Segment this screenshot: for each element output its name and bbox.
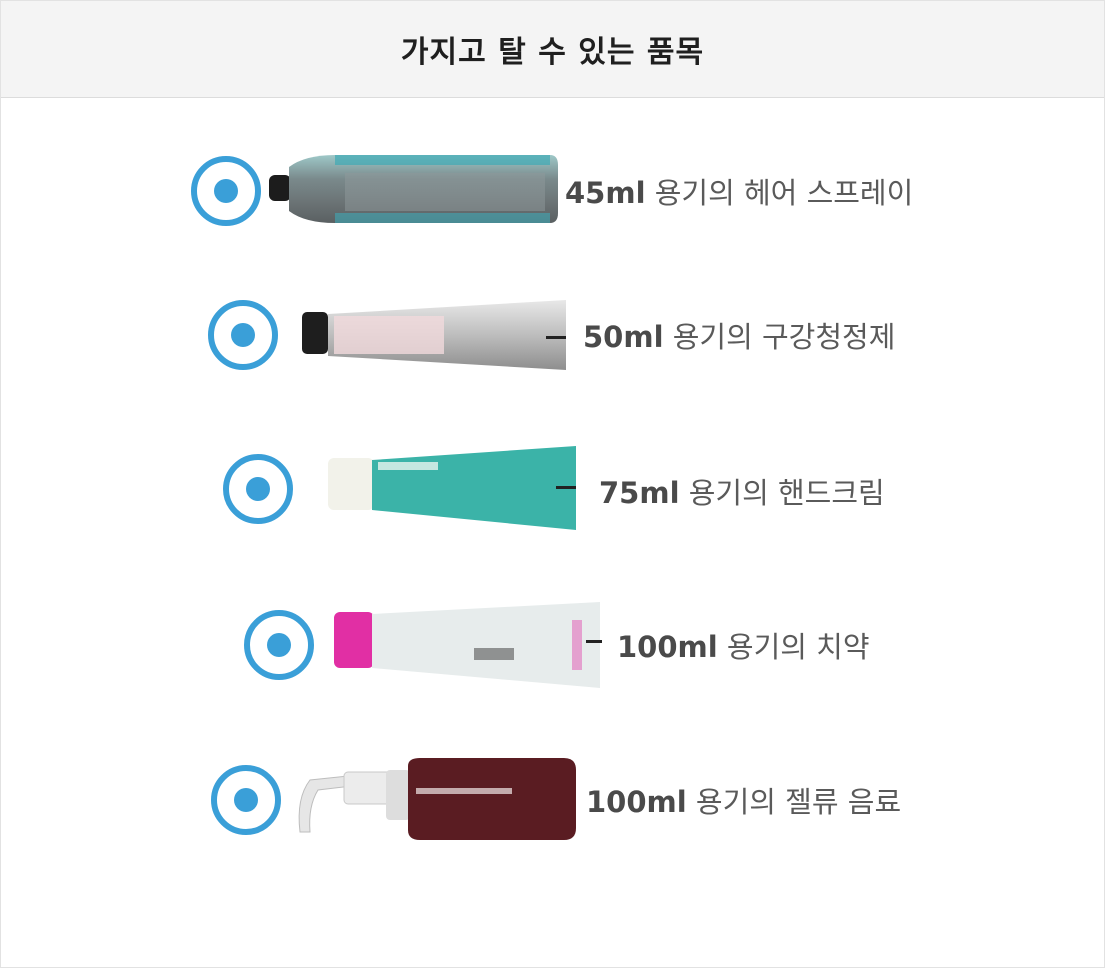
toothpaste-tube-icon bbox=[334, 602, 602, 688]
item-3-label[interactable]: 75ml 용기의 핸드크림 bbox=[599, 470, 885, 512]
item-4-volume: 100ml bbox=[617, 630, 718, 664]
radio-selected-dot bbox=[214, 179, 238, 203]
page-header: 가지고 탈 수 있는 품목 bbox=[1, 1, 1104, 98]
page-title: 가지고 탈 수 있는 품목 bbox=[400, 35, 705, 70]
item-2-volume: 50ml bbox=[583, 320, 664, 354]
item-4-text: 용기의 치약 bbox=[717, 630, 870, 664]
item-1-volume: 45ml bbox=[565, 176, 646, 210]
item-5-volume: 100ml bbox=[586, 785, 687, 819]
item-1-text: 용기의 헤어 스프레이 bbox=[645, 176, 914, 210]
item-3-volume: 75ml bbox=[599, 476, 680, 510]
item-4-label[interactable]: 100ml 용기의 치약 bbox=[617, 624, 870, 666]
item-4-radio[interactable] bbox=[244, 610, 314, 680]
item-5-text: 용기의 젤류 음료 bbox=[686, 785, 902, 819]
item-1-label[interactable]: 45ml 용기의 헤어 스프레이 bbox=[565, 170, 913, 212]
item-5-label[interactable]: 100ml 용기의 젤류 음료 bbox=[586, 779, 901, 821]
gel-drink-pump-bottle-icon bbox=[298, 758, 576, 840]
radio-selected-dot bbox=[246, 477, 270, 501]
radio-selected-dot bbox=[267, 633, 291, 657]
item-5-radio[interactable] bbox=[211, 765, 281, 835]
item-3-radio[interactable] bbox=[223, 454, 293, 524]
item-1-radio[interactable] bbox=[191, 156, 261, 226]
radio-selected-dot bbox=[231, 323, 255, 347]
hair-spray-can-icon bbox=[269, 155, 558, 223]
hand-cream-tube-icon bbox=[328, 446, 576, 530]
item-2-radio[interactable] bbox=[208, 300, 278, 370]
item-2-text: 용기의 구강청정제 bbox=[663, 320, 896, 354]
radio-selected-dot bbox=[234, 788, 258, 812]
item-3-text: 용기의 핸드크림 bbox=[679, 476, 885, 510]
mouthwash-tube-icon bbox=[302, 300, 566, 370]
item-2-label[interactable]: 50ml 용기의 구강청정제 bbox=[583, 314, 895, 356]
